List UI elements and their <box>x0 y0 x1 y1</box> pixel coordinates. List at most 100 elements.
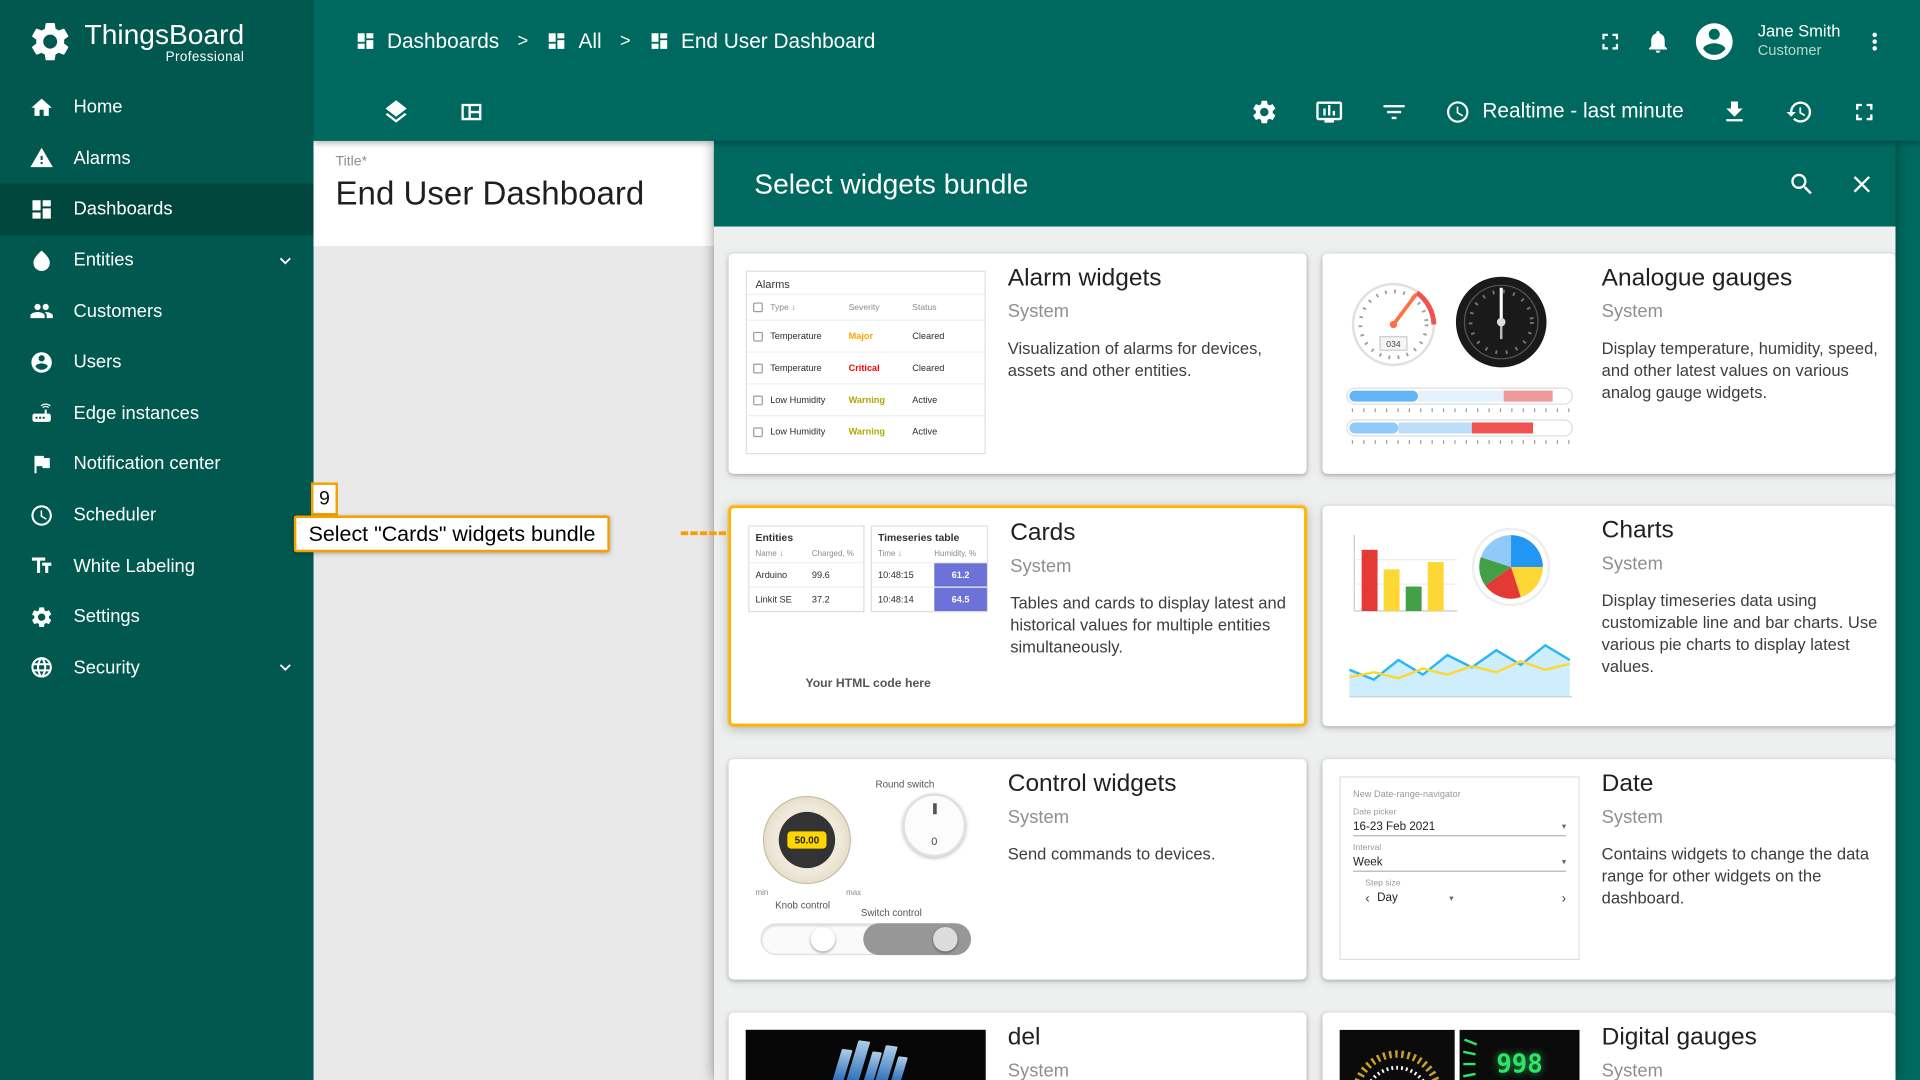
timewindow-clock-icon <box>1444 99 1470 125</box>
bundle-card-analogue-gauges[interactable]: 034 <box>1322 253 1895 473</box>
cards-preview: Entities Name↓ Charged, % Arduino99.6 Li… <box>748 525 988 709</box>
filters-icon[interactable] <box>1380 97 1408 125</box>
annotation-text: Select "Cards" widgets bundle <box>294 516 610 553</box>
entities-icon <box>29 248 53 272</box>
checkbox-icon <box>753 427 763 437</box>
sidebar-item-home[interactable]: Home <box>0 82 313 133</box>
breadcrumb-dashboards[interactable]: Dashboards <box>355 29 499 53</box>
timewindow-label: Realtime - last minute <box>1482 99 1683 123</box>
fullscreen-icon[interactable] <box>1850 97 1878 125</box>
control-widgets-preview: Round switch 0 50.00 min max Knob contro… <box>746 776 986 960</box>
sidebar: ThingsBoard Professional Home Alarms Das… <box>0 0 313 1080</box>
more-vert-icon[interactable] <box>1861 28 1888 55</box>
bundle-card-cards[interactable]: Entities Name↓ Charged, % Arduino99.6 Li… <box>729 506 1307 726</box>
sidebar-item-label: Users <box>73 352 121 373</box>
search-icon[interactable] <box>1788 170 1816 198</box>
avatar-icon[interactable] <box>1693 19 1737 63</box>
html-card-text: Your HTML code here <box>748 677 988 690</box>
switch-control-label: Switch control <box>861 907 922 918</box>
panel-title: Select widgets bundle <box>714 167 1028 200</box>
sidebar-item-notification-center[interactable]: Notification center <box>0 439 313 490</box>
user-menu[interactable]: Jane Smith Customer <box>1758 22 1841 59</box>
dropdown-arrow-icon: ▾ <box>1449 893 1453 903</box>
bundle-card-digital-gauges[interactable]: 998 Digital gauges System <box>1322 1013 1895 1080</box>
notification-icon <box>29 452 53 476</box>
sidebar-item-settings[interactable]: Settings <box>0 591 313 642</box>
bundle-card-del[interactable]: del System <box>729 1013 1307 1080</box>
digital-gauge-arcs <box>1340 1030 1455 1080</box>
bundle-description: Contains widgets to change the data rang… <box>1602 844 1884 910</box>
alarm-row: Temperature Major Cleared <box>747 320 985 352</box>
bundle-card-alarm-widgets[interactable]: Alarms Type↓ Severity Status Temperature… <box>729 253 1307 473</box>
sort-desc-icon: ↓ <box>791 303 795 312</box>
sidebar-item-label: Customers <box>73 301 162 322</box>
sidebar-item-security[interactable]: Security <box>0 642 313 693</box>
sidebar-item-alarms[interactable]: Alarms <box>0 133 313 184</box>
bundle-description: Visualization of alarms for devices, ass… <box>1008 338 1290 382</box>
bundle-subtitle: System <box>1010 556 1071 577</box>
dashboard-settings-icon[interactable] <box>1250 97 1278 125</box>
close-icon[interactable] <box>1848 170 1876 198</box>
thingsboard-logo[interactable]: ThingsBoard Professional <box>0 0 313 82</box>
notifications-bell-icon[interactable] <box>1645 28 1672 55</box>
download-icon[interactable] <box>1720 97 1748 125</box>
checkbox-icon <box>753 331 763 341</box>
sidebar-item-label: Edge instances <box>73 403 199 424</box>
timewindow-button[interactable]: Realtime - last minute <box>1444 99 1683 125</box>
dropdown-arrow-icon: ▾ <box>1562 857 1566 867</box>
knob-min-label: min <box>756 889 769 898</box>
knob-max-label: max <box>846 889 861 898</box>
bundle-title: Analogue gauges <box>1602 264 1793 292</box>
bundle-title: Cards <box>1010 519 1075 547</box>
logo-gear-icon <box>27 18 74 65</box>
history-icon[interactable] <box>1785 97 1813 125</box>
date-preview: New Date-range-navigator Date picker 16-… <box>1340 776 1580 960</box>
bundle-description: Display timeseries data using customizab… <box>1602 590 1884 678</box>
fullscreen-icon[interactable] <box>1597 28 1624 55</box>
sidebar-item-white-labeling[interactable]: White Labeling <box>0 540 313 591</box>
sidebar-item-customers[interactable]: Customers <box>0 286 313 337</box>
breadcrumb-end-user-dashboard[interactable]: End User Dashboard <box>649 29 875 53</box>
timeseries-mini-table: Timeseries table Time↓ Humidity, % 10:48… <box>871 525 989 612</box>
sort-desc-icon: ↓ <box>898 550 902 559</box>
bundle-title: del <box>1008 1024 1041 1052</box>
panel-header: Select widgets bundle <box>714 141 1896 227</box>
bundle-subtitle: System <box>1602 1060 1663 1080</box>
sidebar-item-entities[interactable]: Entities <box>0 235 313 286</box>
interval-label: Interval <box>1353 844 1566 853</box>
sidebar-item-edge-instances[interactable]: Edge instances <box>0 388 313 439</box>
round-switch-widget: 0 <box>902 793 966 857</box>
charts-preview <box>1340 523 1580 707</box>
analogue-gauges-preview: 034 <box>1340 271 1580 455</box>
alarm-row: Low Humidity Warning Active <box>747 383 985 415</box>
switch-thumb <box>811 927 835 951</box>
sidebar-item-label: Home <box>73 97 122 118</box>
alarm-row: Temperature Critical Cleared <box>747 351 985 383</box>
digital-gauge-value-panel: 998 <box>1460 1030 1580 1080</box>
entity-aliases-icon[interactable] <box>1315 97 1343 125</box>
bundle-card-charts[interactable]: Charts System Display timeseries data us… <box>1322 506 1895 726</box>
users-icon <box>29 350 53 374</box>
switch-off-mark: 0 <box>905 835 964 847</box>
gauge-digital-value: 034 <box>1386 339 1401 349</box>
bundle-card-control-widgets[interactable]: Round switch 0 50.00 min max Knob contro… <box>729 759 1307 979</box>
sidebar-item-scheduler[interactable]: Scheduler <box>0 489 313 540</box>
chevron-down-icon <box>274 249 296 271</box>
manage-states-icon[interactable] <box>457 97 485 125</box>
app-root: ThingsBoard Professional Home Alarms Das… <box>0 0 1920 1080</box>
checkbox-icon <box>753 395 763 405</box>
app-name: ThingsBoard <box>84 18 244 51</box>
sidebar-item-dashboards[interactable]: Dashboards <box>0 184 313 235</box>
alarm-widgets-preview: Alarms Type↓ Severity Status Temperature… <box>746 271 986 455</box>
bundle-title: Charts <box>1602 517 1674 545</box>
date-widget-name: New Date-range-navigator <box>1353 789 1566 800</box>
bundle-card-date[interactable]: New Date-range-navigator Date picker 16-… <box>1322 759 1895 979</box>
sidebar-item-label: Settings <box>73 606 139 627</box>
dashboard-title-input[interactable]: End User Dashboard <box>336 175 714 213</box>
dashboards-icon <box>29 197 53 221</box>
breadcrumb-all[interactable]: All <box>547 29 602 53</box>
user-name: Jane Smith <box>1758 22 1841 42</box>
bundle-description: Tables and cards to display latest and h… <box>1010 593 1292 659</box>
layers-icon[interactable] <box>382 97 410 125</box>
sidebar-item-users[interactable]: Users <box>0 337 313 388</box>
